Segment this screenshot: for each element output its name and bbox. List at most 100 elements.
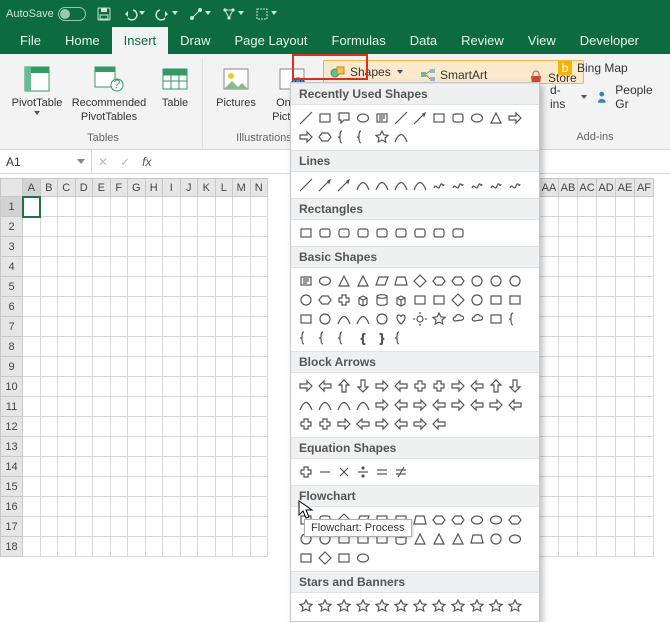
cell[interactable] [635,497,654,517]
cell[interactable] [58,257,76,277]
col-header[interactable]: AE [616,179,635,197]
cell[interactable] [40,257,58,277]
cell[interactable] [198,437,216,457]
cell[interactable] [180,217,198,237]
basic-shape-23[interactable] [506,291,524,309]
cell[interactable] [215,457,233,477]
col-header[interactable]: AC [578,179,597,197]
cell[interactable] [597,397,616,417]
cell[interactable] [110,537,128,557]
cell[interactable] [233,297,251,317]
basic-shape-2[interactable] [335,272,353,290]
cell[interactable] [180,457,198,477]
block-arrow-14[interactable] [335,396,353,414]
cell[interactable] [540,397,559,417]
block-arrow-25[interactable] [316,415,334,433]
cell[interactable] [128,377,146,397]
shape-line[interactable] [297,109,315,127]
cell[interactable] [198,477,216,497]
cell[interactable] [23,237,41,257]
cell[interactable] [40,317,58,337]
cell[interactable] [578,497,597,517]
cell[interactable] [597,217,616,237]
row-header[interactable]: 9 [1,357,23,377]
cell[interactable] [198,517,216,537]
cell[interactable] [128,497,146,517]
row-header[interactable]: 12 [1,417,23,437]
cell[interactable] [75,277,93,297]
cell[interactable] [145,217,163,237]
cell[interactable] [597,437,616,457]
basic-shape-14[interactable] [335,291,353,309]
cell[interactable] [250,497,268,517]
cell[interactable] [93,537,111,557]
cell[interactable] [215,317,233,337]
cell[interactable] [635,277,654,297]
qat-icon-2[interactable] [221,6,244,22]
basic-shape-33[interactable] [468,310,486,328]
cell[interactable] [540,357,559,377]
basic-shape-27[interactable] [354,310,372,328]
cell[interactable] [180,257,198,277]
cell[interactable] [250,317,268,337]
row-header[interactable]: 13 [1,437,23,457]
cell[interactable] [93,397,111,417]
line-dblarrow[interactable] [335,176,353,194]
rect-round1[interactable] [392,224,410,242]
cell[interactable] [250,397,268,417]
cell[interactable] [616,257,635,277]
cell[interactable] [128,437,146,457]
cell[interactable] [215,297,233,317]
cell[interactable] [250,477,268,497]
cell[interactable] [578,397,597,417]
cell[interactable] [635,337,654,357]
cell[interactable] [40,237,58,257]
row-header[interactable]: 6 [1,297,23,317]
block-arrow-9[interactable] [468,377,486,395]
shape-brace2[interactable] [354,128,372,146]
basic-shape-18[interactable] [411,291,429,309]
cell[interactable] [578,477,597,497]
tab-formulas[interactable]: Formulas [320,27,398,54]
rect-round[interactable] [316,224,334,242]
block-arrow-8[interactable] [449,377,467,395]
cell[interactable] [233,417,251,437]
cell[interactable] [578,417,597,437]
cell[interactable] [128,197,146,217]
cell[interactable] [233,457,251,477]
cell[interactable] [597,517,616,537]
tab-insert[interactable]: Insert [112,27,169,54]
basic-shape-13[interactable] [316,291,334,309]
cell[interactable] [180,497,198,517]
cell[interactable] [597,377,616,397]
cell[interactable] [578,217,597,237]
cell[interactable] [198,237,216,257]
basic-shape-7[interactable] [430,272,448,290]
cell[interactable] [540,457,559,477]
block-arrow-29[interactable] [392,415,410,433]
block-arrow-15[interactable] [354,396,372,414]
cell[interactable] [58,377,76,397]
cell[interactable] [233,237,251,257]
cell[interactable] [58,397,76,417]
cell[interactable] [597,537,616,557]
shape-oval[interactable] [468,109,486,127]
cell[interactable] [559,457,578,477]
cell[interactable] [559,197,578,217]
row-header[interactable]: 10 [1,377,23,397]
row-header[interactable]: 5 [1,277,23,297]
cell[interactable] [250,517,268,537]
row-header[interactable]: 14 [1,457,23,477]
cell[interactable] [540,217,559,237]
flowchart-shape-21[interactable] [468,530,486,548]
cell[interactable] [128,397,146,417]
freeform2[interactable] [506,176,524,194]
cell[interactable] [578,357,597,377]
cell[interactable] [198,257,216,277]
cell[interactable] [145,517,163,537]
cell[interactable] [23,217,41,237]
cell[interactable] [163,397,181,417]
cell[interactable] [540,537,559,557]
block-arrow-0[interactable] [297,377,315,395]
cell[interactable] [40,277,58,297]
